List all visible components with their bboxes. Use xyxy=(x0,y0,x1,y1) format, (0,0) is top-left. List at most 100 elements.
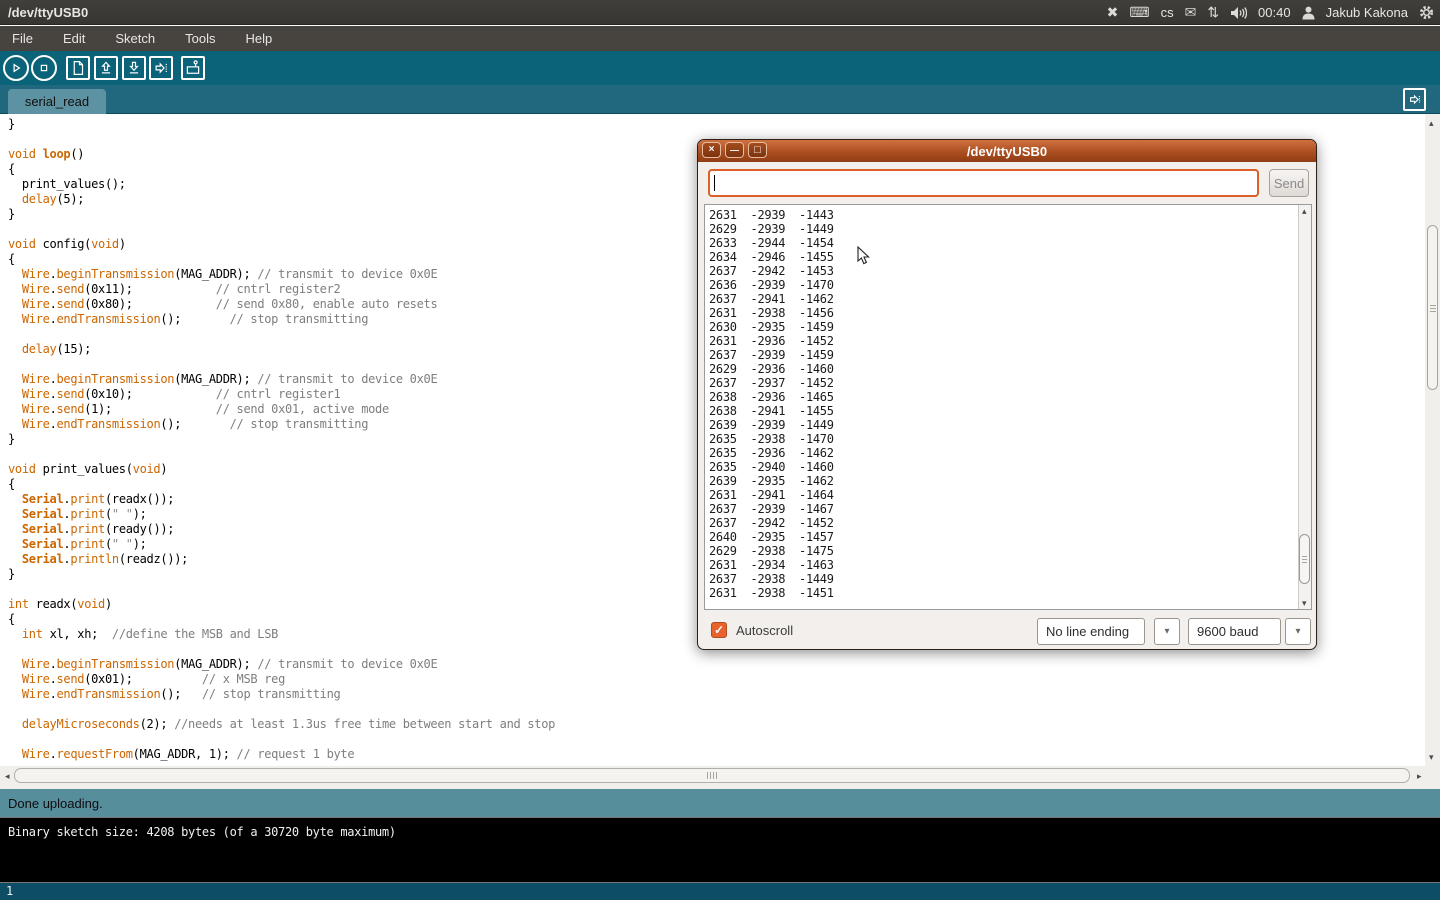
scroll-right-icon[interactable]: ▸ xyxy=(1417,772,1422,781)
send-button[interactable]: Send xyxy=(1269,169,1309,197)
serial-line: 2629 -2939 -1449 xyxy=(709,222,1311,236)
username-label[interactable]: Jakub Kakona xyxy=(1326,5,1408,20)
editor-vertical-scrollbar[interactable] xyxy=(1425,114,1440,766)
serial-monitor-toggle-button[interactable] xyxy=(1403,88,1426,111)
serial-monitor-window: /dev/ttyUSB0 ×—□ Send 2631 -2939 -144326… xyxy=(697,139,1317,650)
stop-icon xyxy=(35,59,53,77)
scroll-left-icon[interactable]: ◂ xyxy=(5,772,10,781)
session-gear-icon[interactable] xyxy=(1419,5,1434,20)
upload-button[interactable] xyxy=(149,56,173,80)
scroll-up-icon[interactable]: ▴ xyxy=(1429,119,1434,128)
open-sketch-button[interactable] xyxy=(94,56,118,80)
toolbar xyxy=(0,51,1440,85)
baud-rate-select[interactable]: 9600 baud xyxy=(1188,618,1281,645)
serial-line: 2637 -2939 -1467 xyxy=(709,502,1311,516)
save-icon xyxy=(125,59,143,77)
mouse-cursor xyxy=(857,246,871,266)
scroll-down-icon[interactable]: ▾ xyxy=(1302,599,1307,608)
user-icon[interactable] xyxy=(1302,6,1315,20)
serial-scroll-thumb[interactable] xyxy=(1299,534,1310,584)
serial-scrollbar[interactable]: ▴ ▾ xyxy=(1298,205,1311,609)
window-buttons: × — □ xyxy=(702,142,767,158)
baud-rate-arrow-button[interactable]: ▾ xyxy=(1285,618,1311,645)
verify-icon xyxy=(7,59,25,77)
serial-line: 2631 -2939 -1443 xyxy=(709,208,1311,222)
menu-file[interactable]: File xyxy=(0,26,48,51)
maximize-button[interactable]: □ xyxy=(748,142,767,158)
serial-line: 2640 -2935 -1457 xyxy=(709,530,1311,544)
new-icon xyxy=(69,59,87,77)
clock-label[interactable]: 00:40 xyxy=(1258,5,1291,20)
mail-icon[interactable]: ✉ xyxy=(1185,0,1197,25)
serial-monitor-button[interactable] xyxy=(181,56,205,80)
scroll-down-icon[interactable]: ▾ xyxy=(1429,753,1434,762)
serial-window-titlebar[interactable]: /dev/ttyUSB0 × — □ xyxy=(698,140,1316,162)
new-sketch-button[interactable] xyxy=(66,56,90,80)
menu-edit[interactable]: Edit xyxy=(48,26,100,51)
text-caret xyxy=(714,175,715,191)
code-line: } xyxy=(8,117,1425,132)
autoscroll-label: Autoscroll xyxy=(736,623,793,638)
indicator-icon[interactable]: ✖ xyxy=(1107,0,1119,25)
volume-icon[interactable] xyxy=(1230,6,1247,20)
serial-line: 2638 -2936 -1465 xyxy=(709,390,1311,404)
verify-button[interactable] xyxy=(3,55,29,81)
thumb-grip xyxy=(1302,555,1307,563)
status-bar: Done uploading. xyxy=(0,789,1440,817)
network-arrows-icon[interactable]: ⇅ xyxy=(1207,0,1219,25)
menu-sketch[interactable]: Sketch xyxy=(100,26,170,51)
system-tray[interactable]: ✖ ⌨ cs ✉ ⇅ 00:40 Jakub Kakona xyxy=(1107,0,1434,25)
code-line xyxy=(8,732,1425,747)
stop-button[interactable] xyxy=(31,55,57,81)
serial-line: 2639 -2939 -1449 xyxy=(709,418,1311,432)
editor-hscroll-thumb[interactable] xyxy=(14,768,1410,783)
serial-line: 2634 -2946 -1455 xyxy=(709,250,1311,264)
minimize-button[interactable]: — xyxy=(725,142,744,158)
line-ending-arrow-button[interactable]: ▾ xyxy=(1154,618,1180,645)
line-number-indicator: 1 xyxy=(0,883,1440,900)
serial-line: 2637 -2942 -1452 xyxy=(709,516,1311,530)
thumb-grip xyxy=(1430,304,1436,312)
menu-help[interactable]: Help xyxy=(230,26,287,51)
serial-line: 2635 -2936 -1462 xyxy=(709,446,1311,460)
tab-serial-read[interactable]: serial_read xyxy=(8,89,106,114)
keyboard-icon[interactable]: ⌨ xyxy=(1129,0,1149,25)
serial-line: 2633 -2944 -1454 xyxy=(709,236,1311,250)
line-number: 1 xyxy=(6,884,13,898)
scroll-up-icon[interactable]: ▴ xyxy=(1302,207,1307,216)
console-text: Binary sketch size: 4208 bytes (of a 307… xyxy=(8,825,396,839)
keyboard-layout-label[interactable]: cs xyxy=(1161,5,1174,20)
code-line: Wire.requestFrom(MAG_ADDR, 1); // reques… xyxy=(8,747,1425,762)
line-ending-select[interactable]: No line ending xyxy=(1037,618,1145,645)
serial-line: 2629 -2938 -1475 xyxy=(709,544,1311,558)
serial-window-title: /dev/ttyUSB0 xyxy=(698,144,1316,159)
menubar: FileEditSketchToolsHelp xyxy=(0,26,1440,51)
close-button[interactable]: × xyxy=(702,142,721,158)
code-line: delayMicroseconds(2); //needs at least 1… xyxy=(8,717,1425,732)
code-line: Wire.send(0x01); // x MSB reg xyxy=(8,672,1425,687)
serial-output-area[interactable]: 2631 -2939 -14432629 -2939 -14492633 -29… xyxy=(704,204,1312,610)
arrow-right-icon xyxy=(1406,91,1423,108)
serial-line: 2635 -2938 -1470 xyxy=(709,432,1311,446)
serial-line: 2629 -2936 -1460 xyxy=(709,362,1311,376)
serial-input[interactable] xyxy=(708,169,1259,197)
serial-line: 2631 -2938 -1456 xyxy=(709,306,1311,320)
serial-line: 2631 -2941 -1464 xyxy=(709,488,1311,502)
editor-vscroll-thumb[interactable] xyxy=(1427,225,1438,390)
serial-line: 2637 -2938 -1449 xyxy=(709,572,1311,586)
autoscroll-checkbox[interactable]: ✓ xyxy=(711,622,727,638)
serial-line: 2631 -2936 -1452 xyxy=(709,334,1311,348)
serial-line: 2637 -2941 -1462 xyxy=(709,292,1311,306)
serial-line: 2638 -2941 -1455 xyxy=(709,404,1311,418)
menu-tools[interactable]: Tools xyxy=(170,26,230,51)
panel-window-title: /dev/ttyUSB0 xyxy=(8,5,88,20)
maximize-icon: □ xyxy=(754,143,761,157)
serial-lines: 2631 -2939 -14432629 -2939 -14492633 -29… xyxy=(705,205,1311,600)
minimize-icon: — xyxy=(730,143,739,157)
code-line: Wire.endTransmission(); // stop transmit… xyxy=(8,687,1425,702)
save-sketch-button[interactable] xyxy=(122,56,146,80)
serialmon-icon xyxy=(184,59,202,77)
serial-bottom-bar: ✓ Autoscroll No line ending ▾ 9600 baud … xyxy=(698,613,1316,650)
serial-line: 2630 -2935 -1459 xyxy=(709,320,1311,334)
serial-line: 2635 -2940 -1460 xyxy=(709,460,1311,474)
